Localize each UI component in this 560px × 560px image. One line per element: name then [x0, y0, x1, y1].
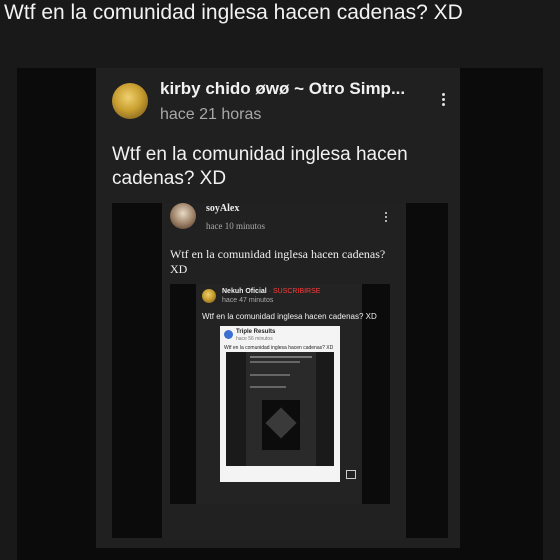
- avatar: [170, 203, 196, 229]
- author-name: Nekuh Oficial · SUSCRIBIRSE: [222, 288, 321, 295]
- post-title: Wtf en la comunidad inglesa hacen cadena…: [4, 1, 463, 24]
- more-vert-icon[interactable]: [436, 91, 450, 108]
- post-body: Wtf en la comunidad inglesa hacen cadena…: [224, 345, 334, 351]
- author-name[interactable]: kirby chido øwø ~ Otro Simp...: [160, 79, 420, 99]
- avatar: [202, 289, 216, 303]
- post-time: hace 10 minutos: [206, 221, 265, 231]
- post-time: hace 47 minutos: [222, 297, 274, 304]
- subscribe-link: · SUSCRIBIRSE: [268, 288, 321, 295]
- more-vert-icon: [382, 210, 390, 224]
- post-time: hace 56 minutos: [236, 336, 273, 342]
- post-body: Wtf en la comunidad inglesa hacen cadena…: [170, 247, 386, 276]
- avatar: [224, 330, 233, 339]
- post-body: Wtf en la comunidad inglesa hacen cadena…: [202, 312, 377, 321]
- avatar[interactable]: [112, 83, 148, 119]
- text-line: [250, 361, 300, 363]
- author-name: soyAlex: [206, 203, 240, 214]
- image-icon: [346, 470, 356, 479]
- post-time: hace 21 horas: [160, 106, 262, 123]
- author-name: Triple Results: [236, 329, 276, 335]
- text-line: [250, 356, 312, 358]
- text-line: [250, 386, 286, 388]
- post-body: Wtf en la comunidad inglesa hacen cadena…: [112, 144, 408, 189]
- text-line: [250, 374, 290, 376]
